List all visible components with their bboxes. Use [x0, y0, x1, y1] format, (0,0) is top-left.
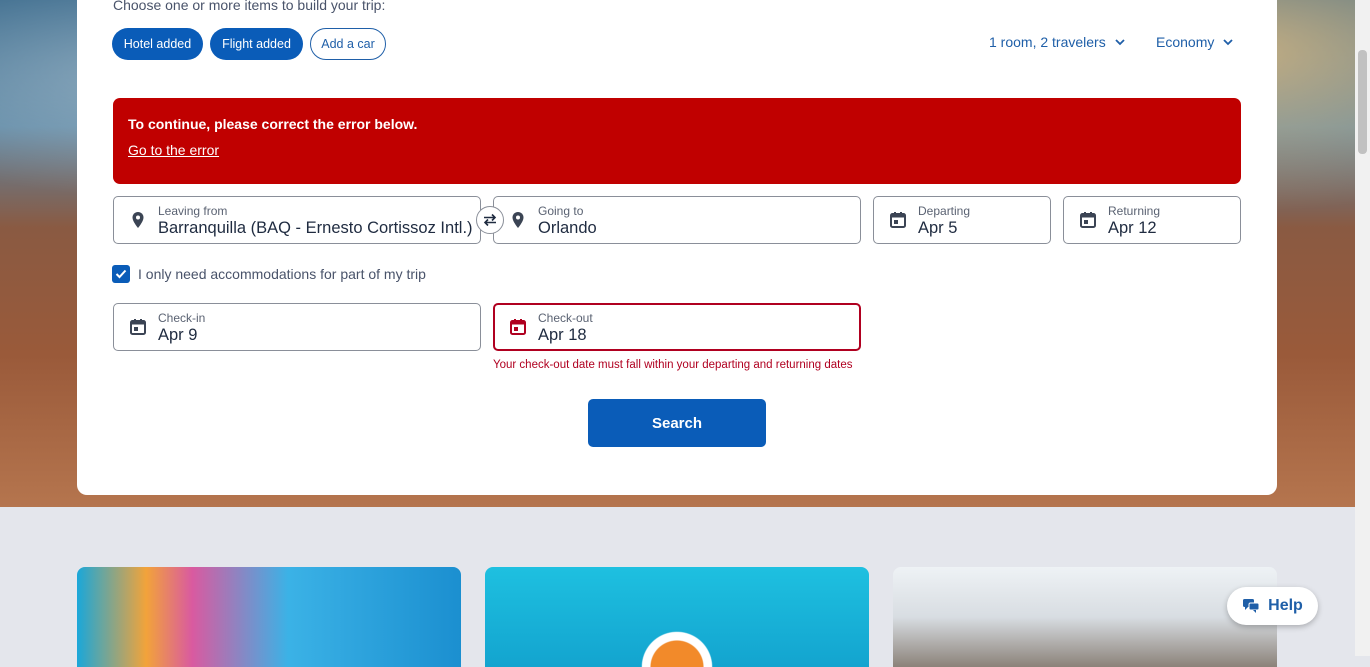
go-to-error-link[interactable]: Go to the error [128, 142, 219, 158]
chevron-down-icon [1115, 39, 1125, 46]
promo-image-colorful-buildings[interactable] [77, 567, 461, 667]
leaving-from-field[interactable]: Leaving from Barranquilla (BAQ - Ernesto… [113, 196, 481, 244]
departing-label: Departing [918, 204, 971, 218]
cabin-class-label: Economy [1156, 34, 1215, 50]
location-pin-icon [132, 212, 144, 228]
returning-label: Returning [1108, 204, 1161, 218]
check-out-date-field[interactable]: Check-out Apr 18 [493, 303, 861, 351]
promo-image-rope-bridge[interactable] [893, 567, 1277, 667]
check-in-value: Apr 9 [158, 326, 198, 344]
going-to-field[interactable]: Going to Orlando [493, 196, 861, 244]
check-in-label: Check-in [158, 311, 206, 325]
help-button[interactable]: Help [1227, 587, 1318, 625]
going-to-label: Going to [538, 204, 584, 218]
help-label: Help [1268, 597, 1303, 614]
add-car-pill[interactable]: Add a car [310, 28, 386, 60]
travelers-label: 1 room, 2 travelers [989, 34, 1106, 50]
checkmark-icon [115, 269, 127, 279]
promo-image-pool-beach-ball[interactable] [485, 567, 869, 667]
calendar-icon [130, 319, 146, 335]
check-in-date-field[interactable]: Check-in Apr 9 [113, 303, 481, 351]
build-trip-intro: Choose one or more items to build your t… [113, 0, 386, 13]
swap-locations-button[interactable] [476, 206, 504, 234]
check-out-label: Check-out [538, 311, 593, 325]
search-button[interactable]: Search [588, 399, 766, 447]
going-to-value: Orlando [538, 219, 597, 237]
travelers-dropdown[interactable]: 1 room, 2 travelers [989, 34, 1126, 50]
check-out-error-message: Your check-out date must fall within you… [493, 359, 853, 371]
chevron-down-icon [1223, 39, 1233, 46]
calendar-icon [890, 212, 906, 228]
error-banner: To continue, please correct the error be… [113, 98, 1241, 184]
error-banner-title: To continue, please correct the error be… [128, 116, 418, 132]
calendar-icon [1080, 212, 1096, 228]
partial-stay-label[interactable]: I only need accommodations for part of m… [138, 266, 426, 282]
returning-date-field[interactable]: Returning Apr 12 [1063, 196, 1241, 244]
leaving-from-value: Barranquilla (BAQ - Ernesto Cortissoz In… [158, 219, 473, 237]
returning-value: Apr 12 [1108, 219, 1157, 237]
hotel-added-pill[interactable]: Hotel added [112, 28, 203, 60]
location-pin-icon [512, 212, 524, 228]
flight-added-pill[interactable]: Flight added [210, 28, 303, 60]
scrollbar-thumb[interactable] [1358, 50, 1367, 154]
cabin-class-dropdown[interactable]: Economy [1156, 34, 1234, 50]
chat-bubbles-icon [1243, 599, 1260, 613]
check-out-value: Apr 18 [538, 326, 587, 344]
departing-value: Apr 5 [918, 219, 958, 237]
departing-date-field[interactable]: Departing Apr 5 [873, 196, 1051, 244]
calendar-icon [510, 319, 526, 335]
leaving-from-label: Leaving from [158, 204, 228, 218]
page-scrollbar[interactable] [1355, 0, 1370, 656]
swap-arrows-icon [483, 213, 497, 227]
partial-stay-checkbox[interactable] [112, 265, 130, 283]
